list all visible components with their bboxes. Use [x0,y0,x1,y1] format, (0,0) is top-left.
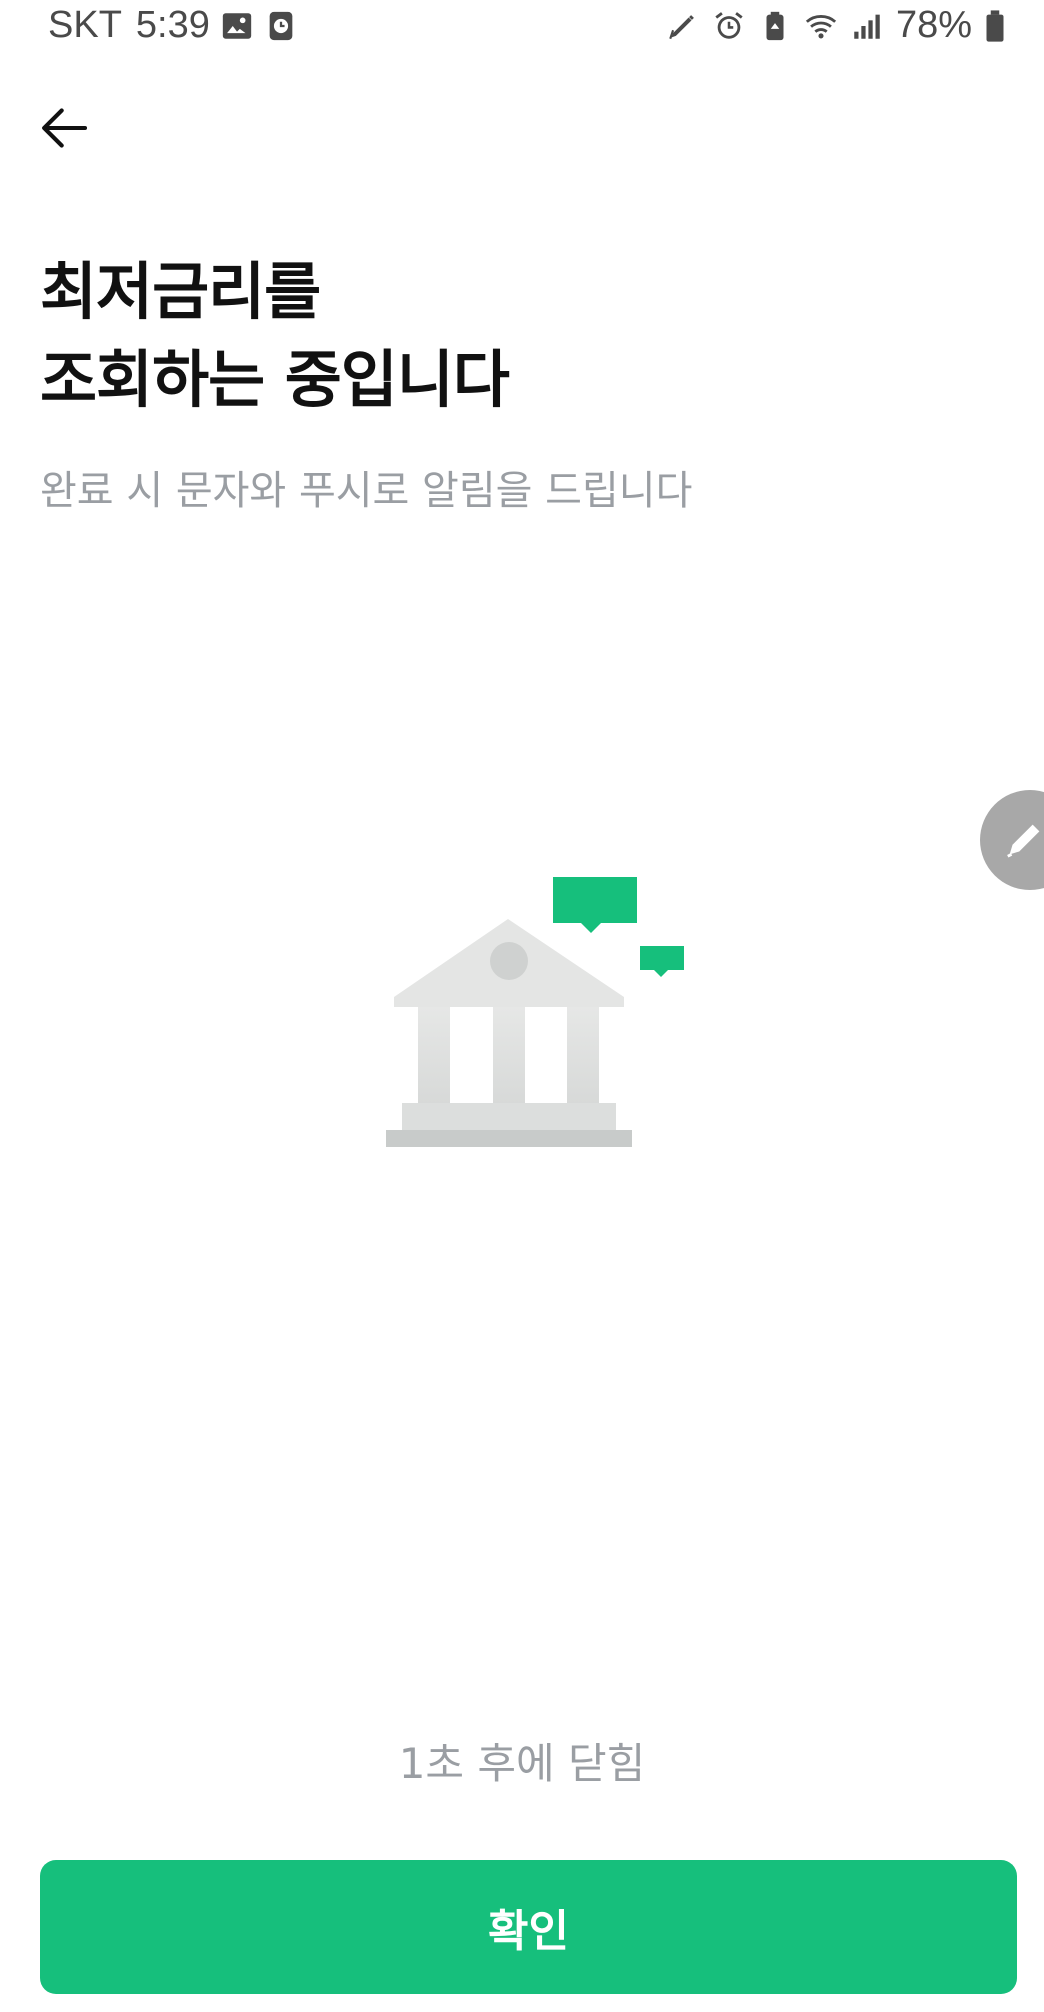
pencil-icon [1007,824,1040,858]
clock-app-icon [264,9,298,43]
back-button[interactable] [32,96,96,160]
pen-icon [666,9,700,43]
battery-percentage: 78% [895,4,972,46]
alarm-icon [712,9,746,43]
carrier-label: SKT [48,4,122,46]
status-bar: SKT 5:39 78% [0,0,1044,48]
battery-saver-icon [758,9,792,43]
signal-icon [850,9,884,43]
bank-building-icon [386,877,684,1147]
status-bar-left: SKT 5:39 [48,4,298,47]
loan-rate-inquiry-screen: SKT 5:39 78% 최저금리를 조회하는 중입니다 완료 시 문자와 푸시… [0,0,1044,2012]
wifi-icon [804,9,838,43]
status-bar-right: 78% [666,4,1006,47]
status-time: 5:39 [135,4,210,46]
confirm-button[interactable]: 확인 [40,1860,1017,1994]
page-title-line-1: 최저금리를 [40,255,321,328]
auto-close-countdown: 1초 후에 닫힘 [398,1739,646,1788]
gallery-icon [220,9,254,43]
chat-bubble-large [553,877,637,923]
bank-illustration [380,870,700,1160]
battery-icon [984,9,1006,43]
page-title-line-2: 조회하는 중입니다 [40,343,510,416]
notification-notice: 완료 시 문자와 푸시로 알림을 드립니다 [40,468,693,514]
arrow-left-icon [42,108,88,148]
page-title: 최저금리를 조회하는 중입니다 [40,248,510,424]
floating-edit-button[interactable] [980,790,1044,890]
chat-bubble-small [640,946,684,970]
